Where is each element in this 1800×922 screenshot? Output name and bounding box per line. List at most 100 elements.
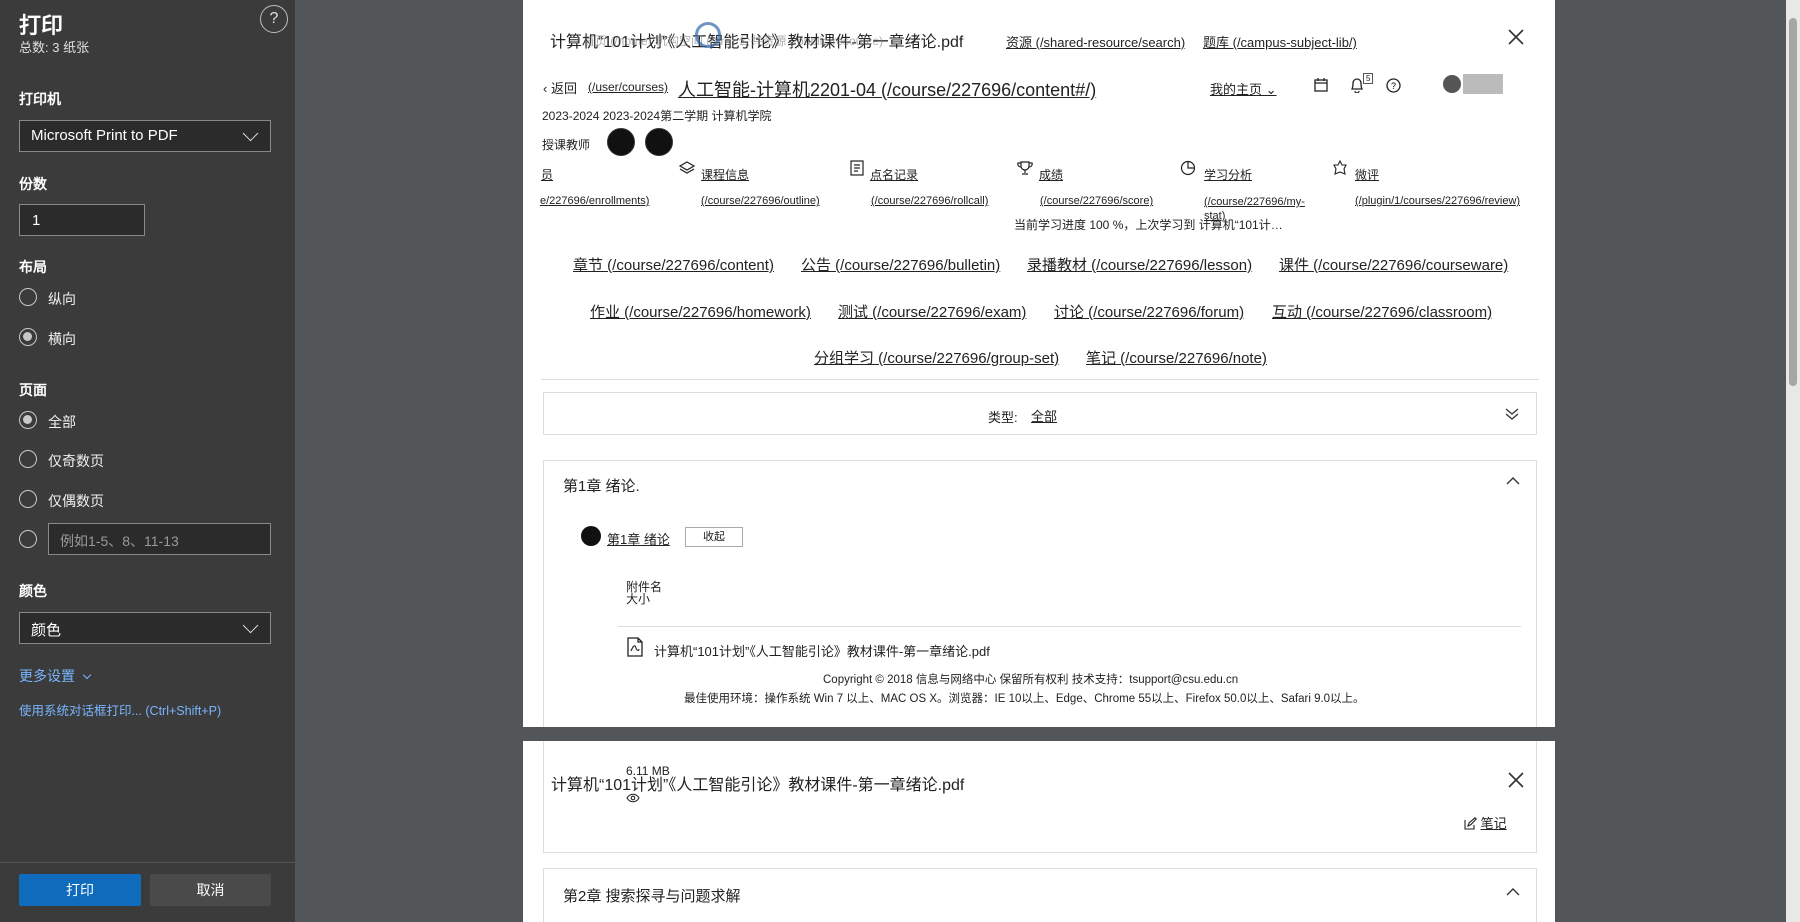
term-line: 2023-2024 2023-2024第二学期 计算机学院 xyxy=(542,109,772,123)
notification-badge: 5 xyxy=(1363,73,1374,84)
pie-chart-icon xyxy=(1180,160,1196,176)
pages-odd-label: 仅奇数页 xyxy=(48,453,104,469)
cancel-button[interactable]: 取消 xyxy=(150,874,271,906)
scrollbar-thumb[interactable] xyxy=(1789,18,1797,386)
bell-icon[interactable] xyxy=(1350,78,1364,93)
more-settings-link[interactable]: 更多设置 xyxy=(19,666,92,686)
nav-exam-link[interactable]: 测试 (/course/227696/exam) xyxy=(838,301,1026,322)
tab-stat[interactable]: 学习分析 xyxy=(1204,166,1252,183)
chevron-up-icon[interactable] xyxy=(1506,887,1520,897)
printer-value: Microsoft Print to PDF xyxy=(31,127,178,144)
pages-even-label: 仅偶数页 xyxy=(48,493,104,509)
chapter-1-title: 第1章 绪论. xyxy=(563,478,640,495)
tab-outline[interactable]: 课程信息 xyxy=(701,166,749,183)
pages-even-radio[interactable] xyxy=(19,490,37,508)
pages-label: 页面 xyxy=(19,382,47,398)
portrait-label: 纵向 xyxy=(48,291,76,307)
help-icon[interactable]: ? xyxy=(1386,78,1401,93)
review-icon xyxy=(1333,160,1347,175)
calendar-icon[interactable] xyxy=(1314,78,1328,92)
nav-content-link[interactable]: 章节 (/course/227696/content) xyxy=(573,254,774,275)
double-chevron-down-icon[interactable] xyxy=(1505,407,1519,421)
layers-icon xyxy=(679,161,695,174)
user-name-blur xyxy=(1463,74,1503,94)
chevron-down-icon xyxy=(242,125,259,142)
nav-ghost-links[interactable]: 首页 (/home) 机构空间 (/org) 公共资源 (/public-res… xyxy=(583,32,883,49)
nav-homework-link[interactable]: 作业 (/course/227696/homework) xyxy=(590,301,811,322)
pages-all-label: 全部 xyxy=(48,414,76,430)
pages-odd-radio[interactable] xyxy=(19,450,37,468)
trophy-icon xyxy=(1017,161,1033,175)
color-value: 颜色 xyxy=(31,622,62,639)
print-panel: 打印 总数: 3 纸张 ? 打印机 Microsoft Print to PDF… xyxy=(0,0,295,922)
avatar[interactable] xyxy=(1443,75,1461,93)
chevron-up-icon[interactable] xyxy=(1506,476,1520,486)
tab-rollcall-url[interactable]: (/course/227696/rollcall) xyxy=(871,195,988,207)
nav-library-link[interactable]: 题库 (/campus-subject-lib/) xyxy=(1203,32,1357,51)
teacher-avatar[interactable] xyxy=(645,128,673,156)
tab-score[interactable]: 成绩 xyxy=(1039,166,1063,183)
divider xyxy=(618,626,1521,627)
preview-page-2: 6.11 MB 计算机“101计划”《人工智能引论》教材课件-第一章绪论.pdf… xyxy=(523,741,1555,922)
nav-note-link[interactable]: 笔记 (/course/227696/note) xyxy=(1086,347,1267,368)
file-name[interactable]: 计算机“101计划”《人工智能引论》教材课件-第一章绪论.pdf xyxy=(654,641,990,660)
course-title-link[interactable]: 人工智能-计算机2201-04 (/course/227696/content#… xyxy=(678,76,1096,102)
col-size-header: 大小 xyxy=(626,592,651,606)
pages-custom-input[interactable]: 例如1-5、8、11-13 xyxy=(48,523,271,555)
tab-rollcall[interactable]: 点名记录 xyxy=(870,166,918,183)
note-label: 笔记 xyxy=(1480,816,1507,831)
landscape-label: 横向 xyxy=(48,331,76,347)
layout-label: 布局 xyxy=(19,259,47,275)
filter-label: 类型: xyxy=(988,410,1018,425)
copies-input[interactable]: 1 xyxy=(19,204,145,236)
tab-enrollments-url[interactable]: e/227696/enrollments) xyxy=(540,195,649,207)
tab-review[interactable]: 微评 xyxy=(1355,166,1379,183)
collapse-button[interactable]: 收起 xyxy=(685,527,743,547)
my-home-label: 我的主页 xyxy=(1210,82,1263,97)
nav-forum-link[interactable]: 讨论 (/course/227696/forum) xyxy=(1054,301,1244,322)
back-label: 返回 xyxy=(550,81,577,96)
chapter-2-card: 第2章 搜索探寻与问题求解 xyxy=(543,868,1537,922)
edit-icon xyxy=(1464,817,1477,830)
note-button[interactable]: 笔记 xyxy=(1464,813,1507,832)
printer-select[interactable]: Microsoft Print to PDF xyxy=(19,120,271,152)
pages-custom-radio[interactable] xyxy=(19,530,37,548)
preview-page-1: 计算机“101计划”《人工智能引论》教材课件-第一章绪论.pdf 首页 (/ho… xyxy=(523,0,1555,727)
my-home-link[interactable]: 我的主页 ⌄ xyxy=(1210,79,1277,98)
chapter-1-item-link[interactable]: 第1章 绪论 xyxy=(607,529,670,548)
close-icon[interactable] xyxy=(1507,28,1525,46)
nav-bulletin-link[interactable]: 公告 (/course/227696/bulletin) xyxy=(801,254,1000,275)
help-icon[interactable]: ? xyxy=(260,5,288,33)
eye-icon[interactable] xyxy=(626,793,640,803)
landscape-radio[interactable] xyxy=(19,328,37,346)
print-button[interactable]: 打印 xyxy=(19,874,141,906)
close-icon[interactable] xyxy=(1507,771,1525,789)
system-dialog-link[interactable]: 使用系统对话框打印... (Ctrl+Shift+P) xyxy=(19,700,221,719)
nav-resource-link[interactable]: 资源 (/shared-resource/search) xyxy=(1006,32,1185,51)
tab-outline-url[interactable]: (/course/227696/outline) xyxy=(701,195,820,207)
teacher-avatar[interactable] xyxy=(607,128,635,156)
divider xyxy=(541,379,1539,380)
footer-divider xyxy=(0,862,295,863)
pages-all-radio[interactable] xyxy=(19,411,37,429)
chapter-2-title: 第2章 搜索探寻与问题求解 xyxy=(563,888,741,905)
nav-courseware-link[interactable]: 课件 (/course/227696/courseware) xyxy=(1279,254,1508,275)
nav-lesson-link[interactable]: 录播教材 (/course/227696/lesson) xyxy=(1027,254,1252,275)
more-settings-label: 更多设置 xyxy=(19,668,75,684)
tab-review-url[interactable]: (/plugin/1/courses/227696/review) xyxy=(1355,195,1520,207)
back-url[interactable]: (/user/courses) xyxy=(588,80,668,94)
printer-label: 打印机 xyxy=(19,91,61,107)
sheet-count: 总数: 3 纸张 xyxy=(19,40,90,55)
back-link[interactable]: ‹ 返回 xyxy=(543,78,577,97)
tab-enrollments[interactable]: 员 xyxy=(541,166,553,183)
type-filter[interactable]: 类型: 全部 xyxy=(543,392,1537,435)
nav-group-link[interactable]: 分组学习 (/course/227696/group-set) xyxy=(814,347,1059,368)
filter-value[interactable]: 全部 xyxy=(1031,406,1057,425)
color-select[interactable]: 颜色 xyxy=(19,612,271,644)
file-viewer-card: 6.11 MB 计算机“101计划”《人工智能引论》教材课件-第一章绪论.pdf… xyxy=(543,741,1537,853)
attachment-icon xyxy=(581,526,601,546)
nav-classroom-link[interactable]: 互动 (/course/227696/classroom) xyxy=(1272,301,1492,322)
chapter-1-card: 第1章 绪论. 第1章 绪论 收起 附件名 大小 计算机“101计划”《人工智能… xyxy=(543,460,1537,727)
tab-score-url[interactable]: (/course/227696/score) xyxy=(1040,195,1153,207)
portrait-radio[interactable] xyxy=(19,288,37,306)
